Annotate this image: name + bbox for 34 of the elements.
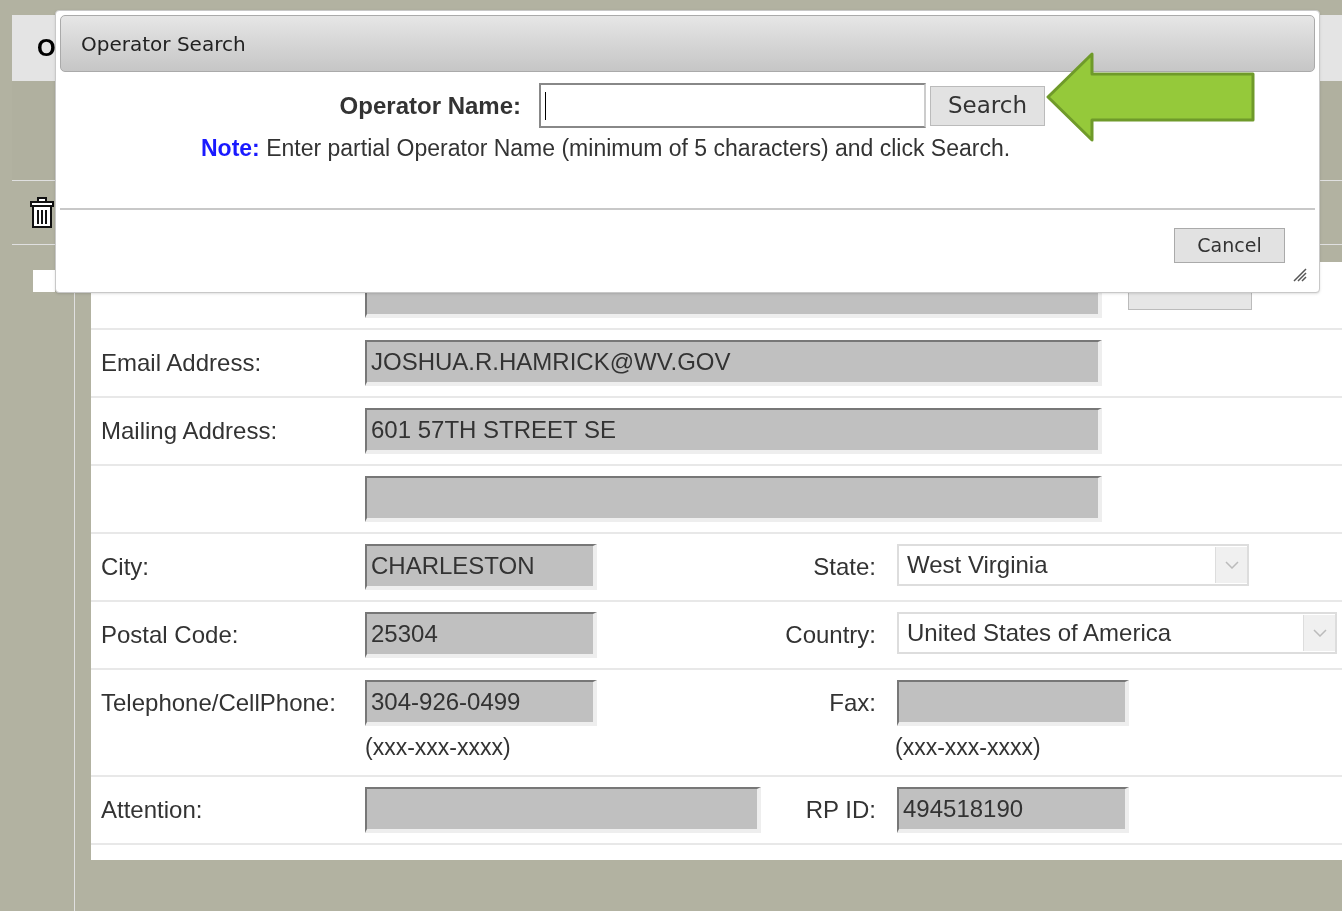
field-label: Operator Name: bbox=[338, 90, 521, 121]
input-field[interactable]: 304-926-0499 bbox=[365, 680, 597, 726]
field-label: State: bbox=[813, 552, 876, 582]
input-field[interactable]: 601 57TH STREET SE bbox=[365, 408, 1102, 454]
trash-icon[interactable] bbox=[29, 196, 55, 229]
field-label: Telephone/CellPhone: bbox=[101, 689, 336, 716]
field-label: Postal Code: bbox=[101, 621, 239, 648]
arrow-icon bbox=[1046, 52, 1257, 142]
input-field[interactable]: 25304 bbox=[365, 612, 597, 658]
field-label: Mailing Address: bbox=[101, 417, 278, 444]
hint-text: (xxx-xxx-xxxx) bbox=[365, 733, 512, 762]
page-title: O bbox=[37, 33, 56, 63]
input-field[interactable]: 494518190 bbox=[897, 786, 1129, 833]
resize-grip-icon[interactable] bbox=[1293, 268, 1307, 282]
cancel-button[interactable]: Cancel bbox=[1174, 227, 1285, 263]
input-field[interactable]: JOSHUA.R.HAMRICK@WV.GOV bbox=[365, 340, 1102, 386]
field-label: Email Address: bbox=[101, 349, 262, 376]
input-field[interactable] bbox=[897, 680, 1129, 726]
input-field[interactable] bbox=[539, 83, 926, 128]
input-field[interactable]: CHARLESTON bbox=[365, 544, 597, 590]
checkbox[interactable] bbox=[33, 270, 55, 292]
dropdown[interactable]: United States of America bbox=[897, 612, 1337, 654]
note-text: Note: Enter partial Operator Name (minimum of 5 characters) and click Search. bbox=[201, 135, 1011, 161]
field-label: City: bbox=[101, 553, 149, 580]
field-label: Attention: bbox=[101, 795, 203, 823]
input-field[interactable] bbox=[365, 476, 1102, 522]
input-field[interactable] bbox=[365, 786, 761, 833]
field-label: RP ID: bbox=[805, 794, 876, 825]
search-button[interactable]: Search bbox=[930, 85, 1045, 126]
field-label: Fax: bbox=[829, 688, 876, 718]
dropdown[interactable]: West Virginia bbox=[897, 544, 1249, 586]
hint-text: (xxx-xxx-xxxx) bbox=[895, 733, 1042, 762]
dialog-title: Operator Search bbox=[81, 30, 246, 58]
field-label: Country: bbox=[785, 620, 876, 650]
